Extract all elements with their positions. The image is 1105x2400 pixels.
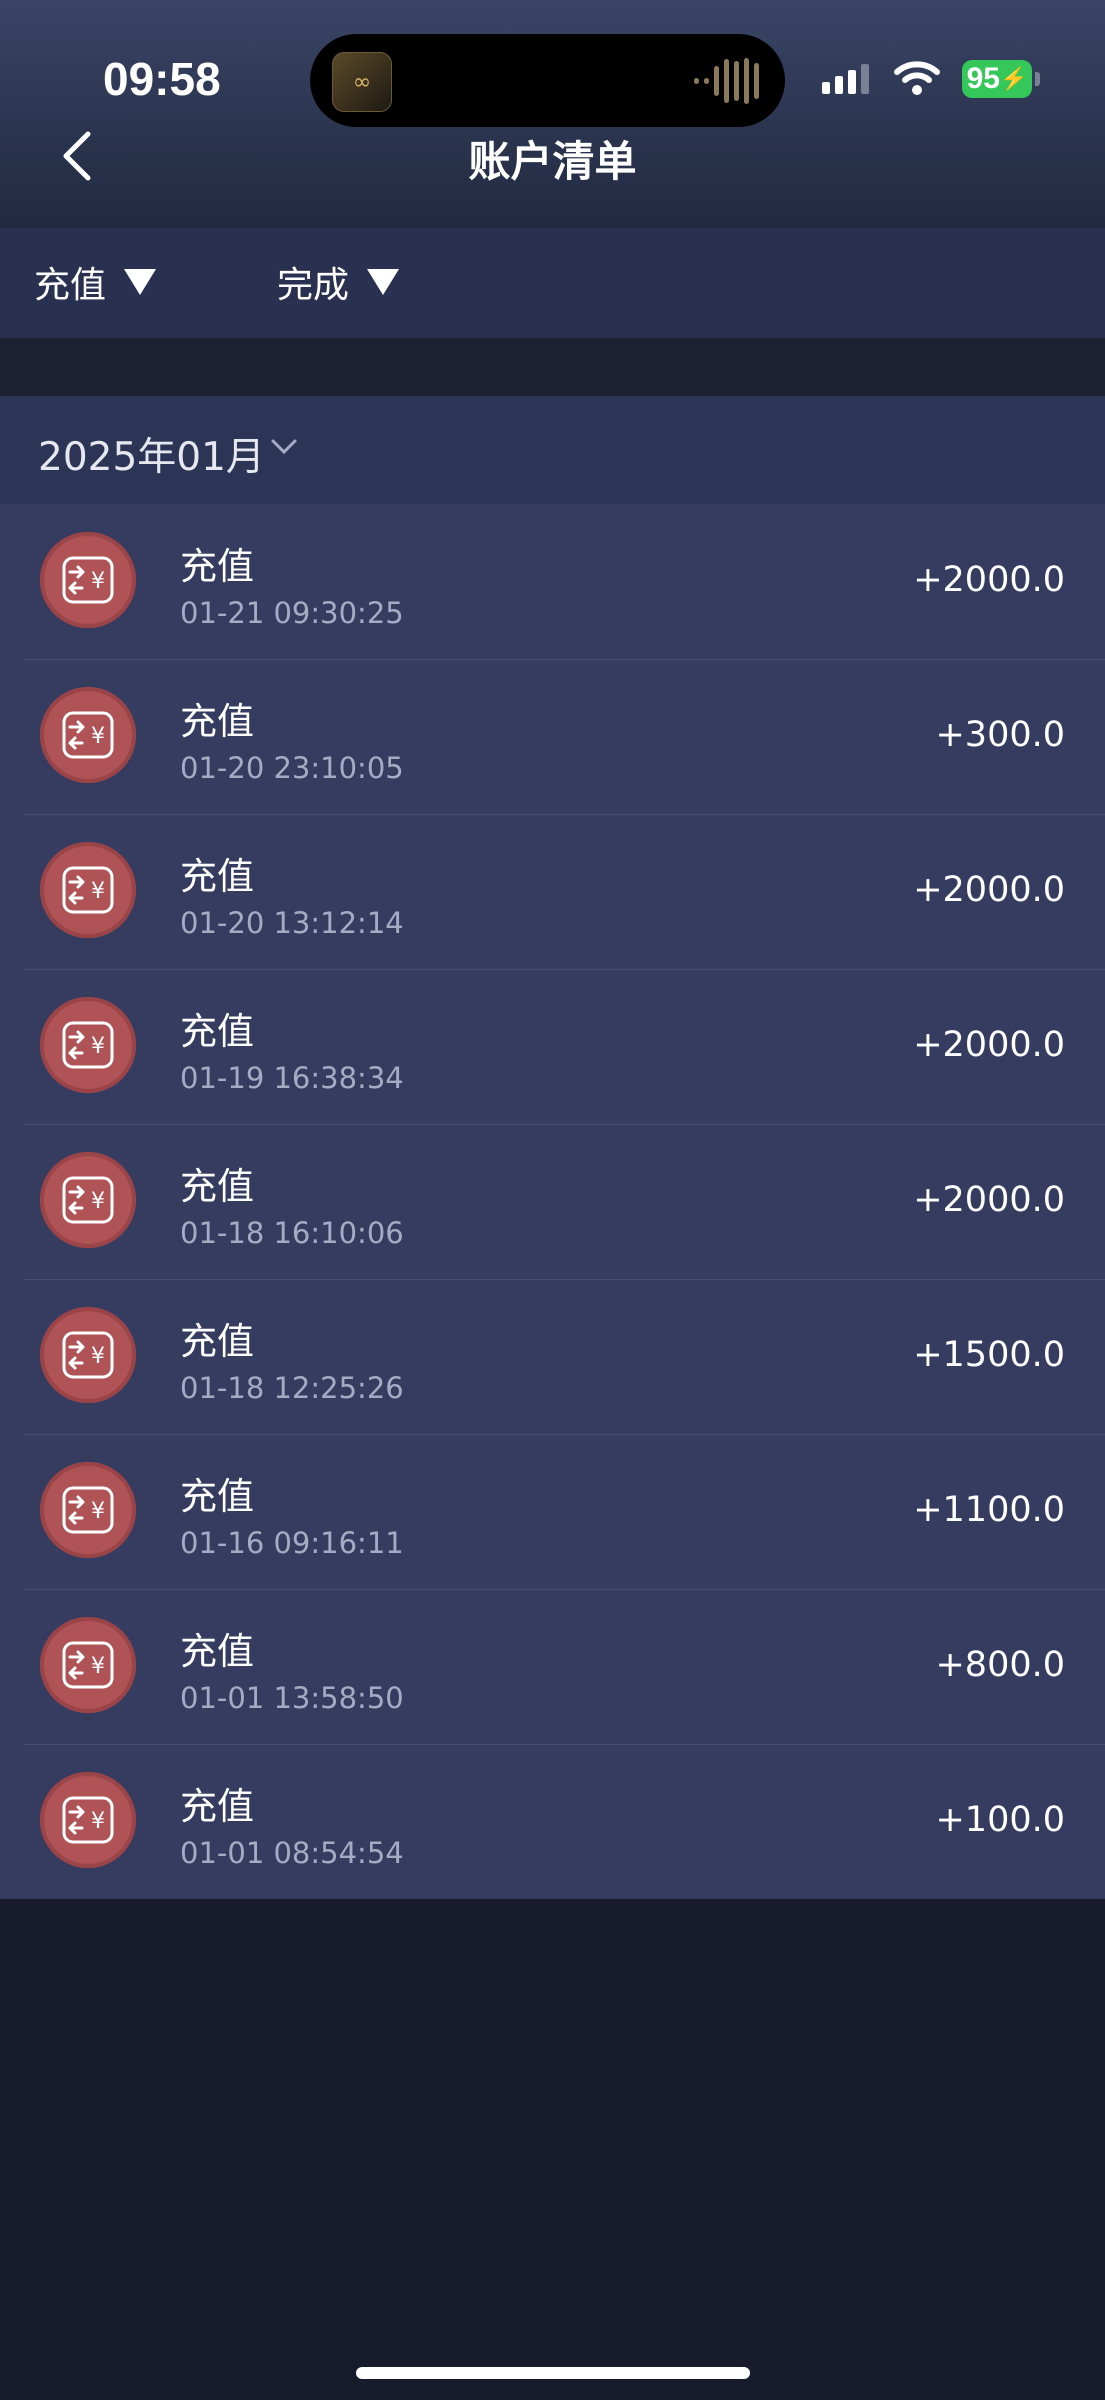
type-filter-label: 充值 bbox=[34, 265, 107, 306]
transaction-time: 01-01 08:54:54 bbox=[180, 1836, 404, 1870]
transaction-amount: +1100.0 bbox=[913, 1490, 1065, 1530]
transaction-row[interactable]: ¥ 充值 01-01 08:54:54 +100.0 bbox=[0, 1744, 1105, 1899]
transaction-row[interactable]: ¥ 充值 01-19 16:38:34 +2000.0 bbox=[0, 969, 1105, 1124]
transaction-time: 01-18 12:25:26 bbox=[180, 1371, 404, 1405]
recharge-yen-icon: ¥ bbox=[40, 1152, 136, 1248]
audio-wave-icon bbox=[694, 58, 759, 104]
cellular-signal-icon bbox=[822, 64, 869, 94]
transaction-row[interactable]: ¥ 充值 01-16 09:16:11 +1100.0 bbox=[0, 1434, 1105, 1589]
transaction-time: 01-21 09:30:25 bbox=[180, 596, 404, 630]
transaction-title: 充值 bbox=[180, 1785, 254, 1828]
triangle-down-icon bbox=[367, 269, 400, 295]
filter-bar: 充值 完成 bbox=[0, 228, 1105, 338]
transaction-amount: +100.0 bbox=[935, 1800, 1065, 1840]
transaction-title: 充值 bbox=[180, 1165, 254, 1208]
svg-text:¥: ¥ bbox=[91, 1189, 105, 1214]
transaction-amount: +2000.0 bbox=[913, 870, 1065, 910]
home-indicator bbox=[356, 2367, 750, 2379]
battery-level: 95 bbox=[966, 62, 1000, 95]
recharge-yen-icon: ¥ bbox=[40, 1462, 136, 1558]
svg-text:¥: ¥ bbox=[91, 1344, 105, 1369]
transaction-row[interactable]: ¥ 充值 01-21 09:30:25 +2000.0 bbox=[0, 504, 1105, 659]
charging-bolt-icon: ⚡ bbox=[999, 66, 1028, 91]
type-filter-dropdown[interactable]: 充值 bbox=[34, 256, 157, 308]
transaction-row[interactable]: ¥ 充值 01-01 13:58:50 +800.0 bbox=[0, 1589, 1105, 1744]
svg-text:¥: ¥ bbox=[91, 1809, 105, 1834]
month-label: 2025年01月 bbox=[38, 435, 265, 480]
transaction-title: 充值 bbox=[180, 855, 254, 898]
recharge-yen-icon: ¥ bbox=[40, 1307, 136, 1403]
transaction-title: 充值 bbox=[180, 1630, 254, 1673]
dynamic-island: ∞ bbox=[310, 34, 785, 127]
transaction-row[interactable]: ¥ 充值 01-20 13:12:14 +2000.0 bbox=[0, 814, 1105, 969]
transaction-title: 充值 bbox=[180, 700, 254, 743]
transaction-row[interactable]: ¥ 充值 01-18 16:10:06 +2000.0 bbox=[0, 1124, 1105, 1279]
status-filter-label: 完成 bbox=[277, 265, 350, 306]
transaction-title: 充值 bbox=[180, 545, 254, 588]
recharge-yen-icon: ¥ bbox=[40, 842, 136, 938]
now-playing-app-icon: ∞ bbox=[332, 52, 392, 112]
transaction-title: 充值 bbox=[180, 1010, 254, 1053]
svg-text:¥: ¥ bbox=[91, 1034, 105, 1059]
transaction-time: 01-16 09:16:11 bbox=[180, 1526, 404, 1560]
svg-text:¥: ¥ bbox=[91, 724, 105, 749]
transaction-time: 01-20 13:12:14 bbox=[180, 906, 404, 940]
recharge-yen-icon: ¥ bbox=[40, 1617, 136, 1713]
status-time: 09:58 bbox=[103, 53, 221, 105]
svg-text:¥: ¥ bbox=[91, 879, 105, 904]
transaction-list: ¥ 充值 01-21 09:30:25 +2000.0 ¥ 充值 01-20 2… bbox=[0, 504, 1105, 1899]
chevron-down-icon bbox=[271, 439, 297, 455]
transaction-amount: +2000.0 bbox=[913, 1025, 1065, 1065]
top-header: 09:58 ∞ 95 ⚡ 账户清单 bbox=[0, 0, 1105, 228]
transaction-time: 01-01 13:58:50 bbox=[180, 1681, 404, 1715]
month-selector[interactable]: 2025年01月 bbox=[0, 396, 1105, 504]
recharge-yen-icon: ¥ bbox=[40, 997, 136, 1093]
svg-text:¥: ¥ bbox=[91, 569, 105, 594]
transaction-row[interactable]: ¥ 充值 01-18 12:25:26 +1500.0 bbox=[0, 1279, 1105, 1434]
transaction-amount: +300.0 bbox=[935, 715, 1065, 755]
wifi-icon bbox=[894, 61, 940, 95]
recharge-yen-icon: ¥ bbox=[40, 687, 136, 783]
transaction-row[interactable]: ¥ 充值 01-20 23:10:05 +300.0 bbox=[0, 659, 1105, 814]
svg-text:¥: ¥ bbox=[91, 1654, 105, 1679]
status-filter-dropdown[interactable]: 完成 bbox=[277, 256, 400, 308]
battery-indicator: 95 ⚡ bbox=[962, 60, 1032, 98]
transaction-time: 01-19 16:38:34 bbox=[180, 1061, 404, 1095]
transaction-title: 充值 bbox=[180, 1475, 254, 1518]
transaction-amount: +1500.0 bbox=[913, 1335, 1065, 1375]
svg-text:¥: ¥ bbox=[91, 1499, 105, 1524]
battery-tip bbox=[1035, 72, 1040, 86]
transaction-amount: +800.0 bbox=[935, 1645, 1065, 1685]
transaction-time: 01-18 16:10:06 bbox=[180, 1216, 404, 1250]
recharge-yen-icon: ¥ bbox=[40, 532, 136, 628]
section-gap bbox=[0, 338, 1105, 396]
transaction-amount: +2000.0 bbox=[913, 1180, 1065, 1220]
transaction-time: 01-20 23:10:05 bbox=[180, 751, 404, 785]
transaction-amount: +2000.0 bbox=[913, 560, 1065, 600]
recharge-yen-icon: ¥ bbox=[40, 1772, 136, 1868]
transaction-title: 充值 bbox=[180, 1320, 254, 1363]
triangle-down-icon bbox=[124, 269, 157, 295]
page-title: 账户清单 bbox=[468, 137, 637, 186]
